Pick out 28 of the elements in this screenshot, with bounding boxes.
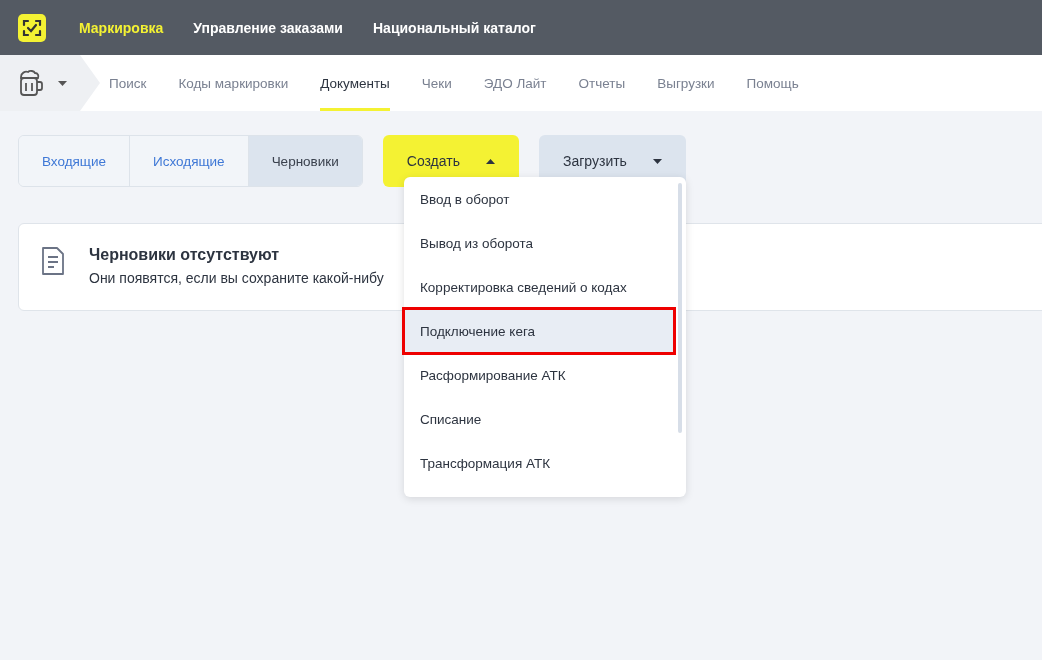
logo-icon[interactable] (18, 13, 46, 42)
empty-state-text: Они появятся, если вы сохраните какой-нибу (89, 270, 384, 286)
menu-item[interactable]: Расформирование АТК (404, 353, 674, 397)
menu-item[interactable]: Вывод из оборота (404, 221, 674, 265)
caret-icon (652, 158, 662, 164)
nav-tab[interactable]: ЭДО Лайт (483, 55, 547, 111)
menu-item[interactable]: Корректировка сведений о кодах (404, 265, 674, 309)
caret-icon (58, 80, 67, 86)
nav-tab[interactable]: Поиск (109, 55, 147, 111)
menu-item[interactable]: Подключение кега (404, 309, 674, 353)
folder-tab[interactable]: Черновики (247, 136, 362, 186)
nav-tab[interactable]: Отчеты (578, 55, 626, 111)
top-nav-link[interactable]: Маркировка (79, 19, 164, 36)
top-nav-link[interactable]: Управление заказами (193, 19, 343, 36)
scrollbar[interactable] (678, 183, 682, 433)
nav-tab[interactable]: Коды маркировки (178, 55, 289, 111)
nav-tab[interactable]: Выгрузки (657, 55, 715, 111)
beer-mug-icon (18, 69, 44, 97)
nav-tab[interactable]: Чеки (421, 55, 452, 111)
empty-state-title: Черновики отсутствуют (89, 246, 281, 264)
nav-tab[interactable]: Документы (320, 55, 390, 111)
menu-item[interactable]: Трансформация АТК (404, 441, 674, 485)
product-selector[interactable] (0, 55, 100, 111)
caret-icon (486, 158, 495, 164)
menu-item[interactable]: Списание (404, 397, 674, 441)
document-icon (41, 246, 65, 276)
nav-tab[interactable]: Помощь (746, 55, 799, 111)
top-nav-link[interactable]: Национальный каталог (373, 19, 536, 36)
